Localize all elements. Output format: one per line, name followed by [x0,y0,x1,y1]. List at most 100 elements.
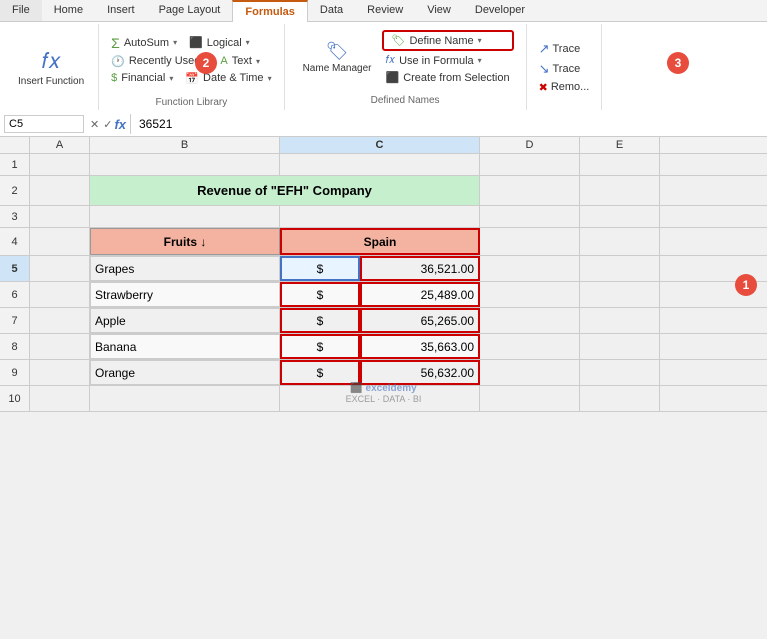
cell-e8[interactable] [480,334,580,359]
cell-b6[interactable] [30,282,90,307]
name-box[interactable] [4,115,84,133]
strawberry-amount[interactable]: 25,489.00 [360,282,480,307]
apple-amount[interactable]: 65,265.00 [360,308,480,333]
financial-button[interactable]: $ Financial ▾ [107,71,177,85]
text-icon: A [220,55,227,67]
use-in-formula-button[interactable]: 𝑓𝑥 Use in Formula ▾ [382,53,514,68]
banana-label[interactable]: Banana [90,334,280,359]
banana-text: Banana [95,340,136,354]
orange-dollar[interactable]: $ [280,360,360,385]
grapes-label[interactable]: Grapes [90,256,280,281]
ribbon-tabs: File Home Insert Page Layout Formulas Da… [0,0,767,22]
cell-b3[interactable] [30,206,90,227]
logical-dropdown[interactable]: ▾ [246,38,250,47]
cell-d1[interactable] [280,154,480,175]
cell-b5[interactable] [30,256,90,281]
financial-dropdown[interactable]: ▾ [169,74,173,83]
cell-e4[interactable] [480,228,580,255]
cell-b4[interactable] [30,228,90,255]
text-button[interactable]: A Text ▾ [216,54,264,68]
strawberry-label[interactable]: Strawberry [90,282,280,307]
date-time-icon: 📅 [185,72,199,85]
create-from-selection-button[interactable]: ⬛ Create from Selection [382,70,514,85]
orange-amount[interactable]: 56,632.00 [360,360,480,385]
cell-c3[interactable] [90,206,280,227]
tab-data[interactable]: Data [308,0,355,21]
cell-e5[interactable] [480,256,580,281]
cell-f5[interactable] [580,256,660,281]
trace-precedents-button[interactable]: ↗ Trace [535,40,594,58]
spreadsheet-area: A B C D E 1 2 3 4 5 6 7 8 9 10 [0,137,767,412]
grapes-amount[interactable]: 36,521.00 [360,256,480,281]
cell-e6[interactable] [480,282,580,307]
text-dropdown[interactable]: ▾ [256,57,260,66]
define-name-button[interactable]: 🏷 Define Name ▾ [388,33,486,48]
apple-label[interactable]: Apple [90,308,280,333]
banana-amount[interactable]: 35,663.00 [360,334,480,359]
cell-f4[interactable] [580,228,660,255]
orange-label[interactable]: Orange [90,360,280,385]
apple-dollar[interactable]: $ [280,308,360,333]
logical-button[interactable]: ⬛ Logical ▾ [185,35,254,50]
table-row: Banana $ 35,663.00 [30,334,767,360]
cell-d3[interactable] [280,206,480,227]
tab-page-layout[interactable]: Page Layout [147,0,233,21]
tab-file[interactable]: File [0,0,42,21]
cell-e7[interactable] [480,308,580,333]
table-row: Strawberry $ 25,489.00 [30,282,767,308]
spain-header[interactable]: Spain [280,228,480,255]
tab-developer[interactable]: Developer [463,0,537,21]
cell-f7[interactable] [580,308,660,333]
autosum-button[interactable]: Σ AutoSum ▾ [107,34,181,52]
remove-arrows-button[interactable]: ✖ Remo... [535,80,594,95]
cell-b1[interactable] [30,154,90,175]
cell-e2[interactable] [480,176,580,205]
cell-e9[interactable] [480,360,580,385]
cell-b8[interactable] [30,334,90,359]
date-time-dropdown[interactable]: ▾ [268,74,272,83]
cell-b2[interactable] [30,176,90,205]
trace-dependents-icon: ↘ [539,61,550,77]
orange-amount-text: 56,632.00 [421,366,474,380]
cell-f2[interactable] [580,176,660,205]
confirm-button[interactable]: ✓ [101,116,114,133]
cell-b9[interactable] [30,360,90,385]
col-header-d: D [480,137,580,153]
fruits-header[interactable]: Fruits ↓ [90,228,280,255]
tab-view[interactable]: View [415,0,463,21]
grapes-value[interactable]: $ [280,256,360,281]
tab-home[interactable]: Home [42,0,95,21]
date-time-button[interactable]: 📅 Date & Time ▾ [181,71,275,86]
cell-e10[interactable] [480,386,580,411]
insert-function-group: 𝑓𝑥 Insert Function [4,24,99,110]
autosum-dropdown[interactable]: ▾ [173,38,177,47]
formula-input[interactable] [137,115,763,133]
cancel-button[interactable]: ✕ [88,116,101,133]
cell-f8[interactable] [580,334,660,359]
cell-f9[interactable] [580,360,660,385]
tab-insert[interactable]: Insert [95,0,147,21]
cell-e3[interactable] [480,206,580,227]
tab-review[interactable]: Review [355,0,415,21]
cell-e1[interactable] [480,154,580,175]
cell-b7[interactable] [30,308,90,333]
cell-c1[interactable] [90,154,280,175]
use-in-formula-dropdown[interactable]: ▾ [478,56,482,65]
cell-f6[interactable] [580,282,660,307]
name-manager-button[interactable]: 🏷 Name Manager [297,39,378,77]
strawberry-dollar[interactable]: $ [280,282,360,307]
cell-b10[interactable] [30,386,90,411]
title-cell[interactable]: Revenue of "EFH" Company [90,176,480,205]
insert-function-button[interactable]: 𝑓𝑥 Insert Function [12,46,90,89]
cell-f3[interactable] [580,206,660,227]
banana-dollar[interactable]: $ [280,334,360,359]
cell-f10[interactable] [580,386,660,411]
table-row [30,206,767,228]
col-header-b: B [90,137,280,153]
define-name-dropdown[interactable]: ▾ [478,36,482,45]
insert-function-label: Insert Function [18,76,84,87]
cell-f1[interactable] [580,154,660,175]
cell-c10[interactable] [90,386,280,411]
tab-formulas[interactable]: Formulas [232,0,308,22]
trace-dependents-button[interactable]: ↘ Trace [535,60,594,78]
